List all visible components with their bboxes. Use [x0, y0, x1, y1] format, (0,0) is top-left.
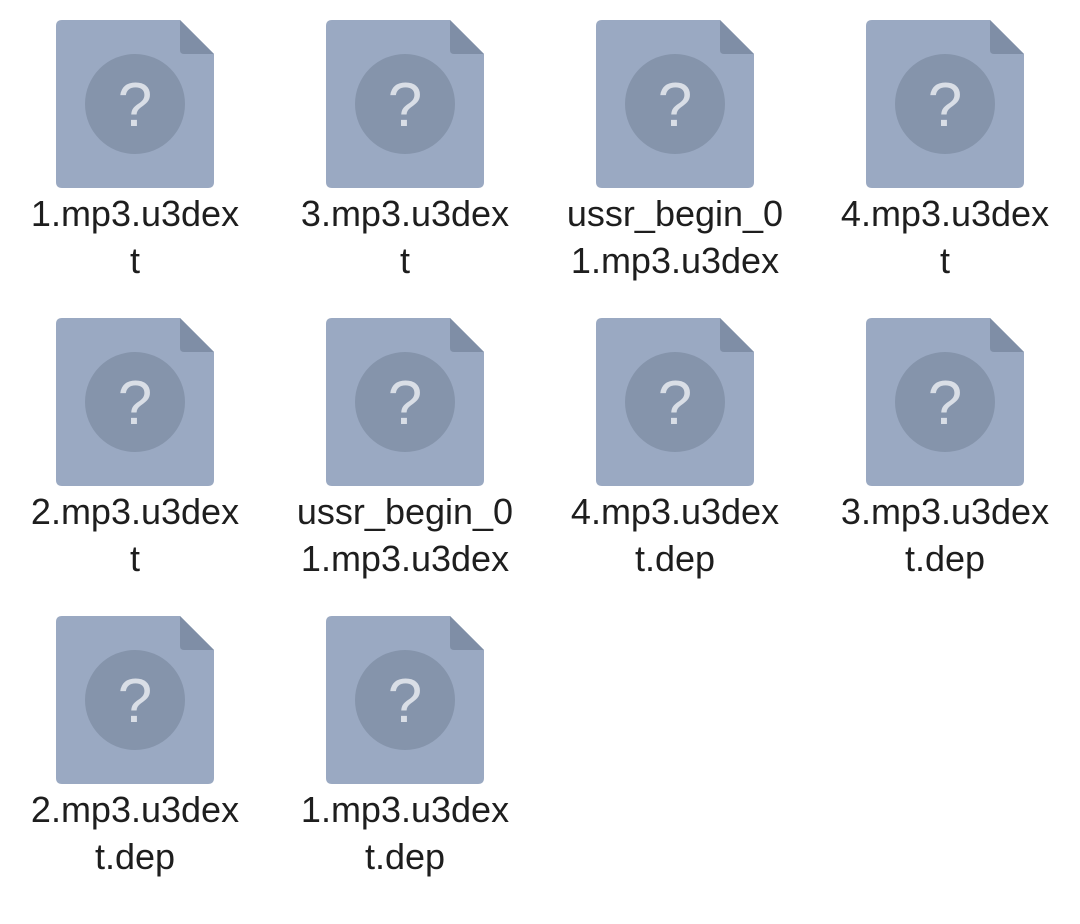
- file-item[interactable]: ? 3.mp3.u3dex t: [270, 0, 540, 296]
- file-name-line2: t: [129, 538, 140, 579]
- unknown-file-icon: ?: [326, 616, 484, 784]
- file-item[interactable]: ? 2.mp3.u3dex t.dep: [0, 596, 270, 892]
- file-name: ussr_begin_0 1.mp3.u3dex: [540, 190, 810, 284]
- file-name-line1: ussr_begin_0: [566, 193, 784, 234]
- document-corner-fold: [990, 318, 1024, 352]
- file-name-line1: 2.mp3.u3dex: [30, 491, 240, 532]
- question-mark-icon: ?: [658, 369, 692, 438]
- document-corner-fold: [720, 318, 754, 352]
- file-item[interactable]: ? 3.mp3.u3dex t.dep: [810, 298, 1080, 594]
- file-name-line1: 1.mp3.u3dex: [30, 193, 240, 234]
- document-shape: ?: [596, 20, 754, 188]
- file-name-line1: 4.mp3.u3dex: [570, 491, 780, 532]
- file-item[interactable]: ? 1.mp3.u3dex t: [0, 0, 270, 296]
- unknown-file-icon: ?: [866, 20, 1024, 188]
- question-mark-icon: ?: [388, 369, 422, 438]
- question-mark-icon: ?: [388, 71, 422, 140]
- file-grid: ? 1.mp3.u3dex t ? 3.mp3.u3dex t ? ussr_beg…: [0, 0, 1080, 924]
- file-name-line1: 3.mp3.u3dex: [300, 193, 510, 234]
- document-corner-fold: [450, 616, 484, 650]
- file-item[interactable]: ? ussr_begin_0 1.mp3.u3dex: [270, 298, 540, 594]
- file-name-line2: t.dep: [94, 836, 176, 877]
- document-shape: ?: [866, 20, 1024, 188]
- document-shape: ?: [56, 318, 214, 486]
- file-name-line1: 2.mp3.u3dex: [30, 789, 240, 830]
- question-mark-icon: ?: [928, 71, 962, 140]
- file-name-line2: 1.mp3.u3dex: [300, 538, 510, 579]
- document-shape: ?: [596, 318, 754, 486]
- file-name-line2: t.dep: [364, 836, 446, 877]
- file-name: ussr_begin_0 1.mp3.u3dex: [270, 488, 540, 582]
- document-shape: ?: [866, 318, 1024, 486]
- question-mark-icon: ?: [118, 667, 152, 736]
- document-shape: ?: [326, 20, 484, 188]
- document-corner-fold: [720, 20, 754, 54]
- file-item[interactable]: ? 1.mp3.u3dex t.dep: [270, 596, 540, 892]
- file-name-line1: 4.mp3.u3dex: [840, 193, 1050, 234]
- file-name-line2: t: [129, 240, 140, 281]
- document-corner-fold: [180, 318, 214, 352]
- question-mark-icon: ?: [658, 71, 692, 140]
- document-shape: ?: [56, 616, 214, 784]
- file-item[interactable]: ? 4.mp3.u3dex t.dep: [540, 298, 810, 594]
- document-corner-fold: [990, 20, 1024, 54]
- file-name: 2.mp3.u3dex t.dep: [0, 786, 270, 880]
- file-name: 4.mp3.u3dex t.dep: [540, 488, 810, 582]
- file-name-line2: t: [399, 240, 410, 281]
- document-corner-fold: [450, 318, 484, 352]
- file-name: 4.mp3.u3dex t: [810, 190, 1080, 284]
- file-name-line1: ussr_begin_0: [296, 491, 514, 532]
- file-name: 1.mp3.u3dex t: [0, 190, 270, 284]
- file-name-line2: t.dep: [634, 538, 716, 579]
- unknown-file-icon: ?: [56, 616, 214, 784]
- file-name: 3.mp3.u3dex t.dep: [810, 488, 1080, 582]
- question-mark-icon: ?: [118, 71, 152, 140]
- question-mark-icon: ?: [928, 369, 962, 438]
- unknown-file-icon: ?: [56, 20, 214, 188]
- document-shape: ?: [326, 318, 484, 486]
- file-name-line2: 1.mp3.u3dex: [570, 240, 780, 281]
- file-name-line1: 3.mp3.u3dex: [840, 491, 1050, 532]
- file-name: 2.mp3.u3dex t: [0, 488, 270, 582]
- document-shape: ?: [56, 20, 214, 188]
- question-mark-icon: ?: [118, 369, 152, 438]
- unknown-file-icon: ?: [596, 318, 754, 486]
- file-name-line2: t.dep: [904, 538, 986, 579]
- document-shape: ?: [326, 616, 484, 784]
- unknown-file-icon: ?: [326, 318, 484, 486]
- document-corner-fold: [180, 616, 214, 650]
- file-name-line2: t: [939, 240, 950, 281]
- document-corner-fold: [180, 20, 214, 54]
- unknown-file-icon: ?: [866, 318, 1024, 486]
- question-mark-icon: ?: [388, 667, 422, 736]
- unknown-file-icon: ?: [326, 20, 484, 188]
- file-item[interactable]: ? 2.mp3.u3dex t: [0, 298, 270, 594]
- document-corner-fold: [450, 20, 484, 54]
- unknown-file-icon: ?: [56, 318, 214, 486]
- file-name-line1: 1.mp3.u3dex: [300, 789, 510, 830]
- file-item[interactable]: ? 4.mp3.u3dex t: [810, 0, 1080, 296]
- file-name: 3.mp3.u3dex t: [270, 190, 540, 284]
- file-item[interactable]: ? ussr_begin_0 1.mp3.u3dex: [540, 0, 810, 296]
- unknown-file-icon: ?: [596, 20, 754, 188]
- file-name: 1.mp3.u3dex t.dep: [270, 786, 540, 880]
